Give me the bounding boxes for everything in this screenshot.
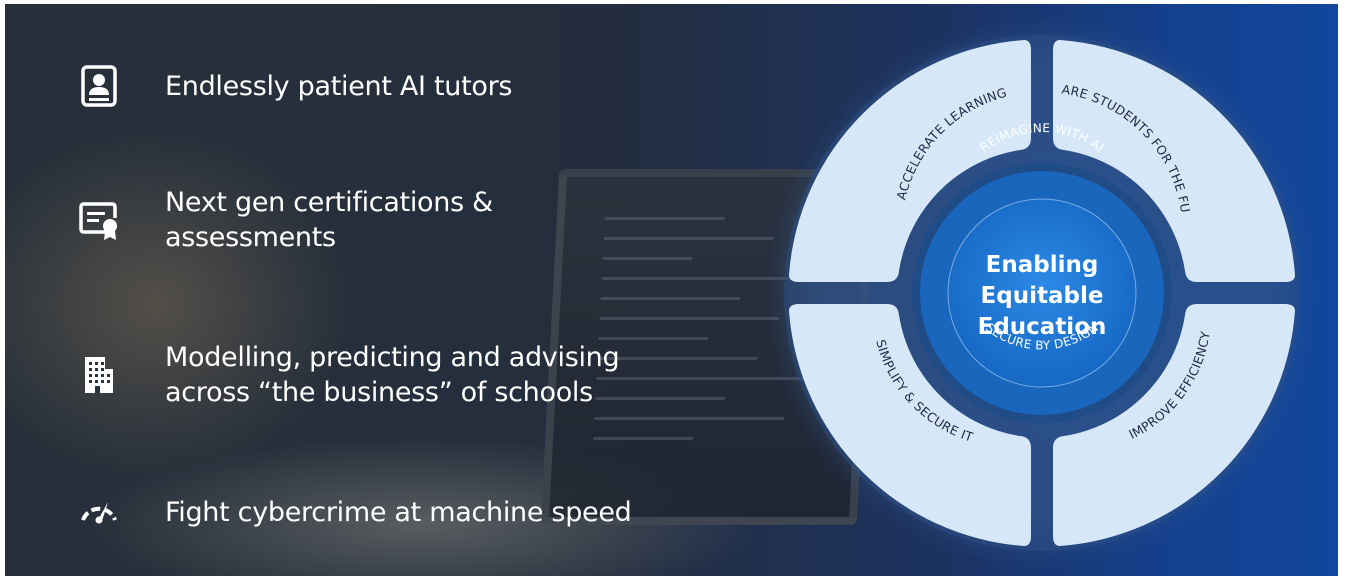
slide-background: Endlessly patient AI tutors Next gen cer… bbox=[5, 4, 1338, 576]
education-wheel-diagram: ACCELERATE LEARNING PREPARE STUDENTS FOR… bbox=[5, 4, 1318, 569]
center-title-line: Education bbox=[978, 314, 1107, 340]
center-title-line: Equitable bbox=[981, 283, 1104, 309]
center-title-line: Enabling bbox=[986, 252, 1099, 278]
